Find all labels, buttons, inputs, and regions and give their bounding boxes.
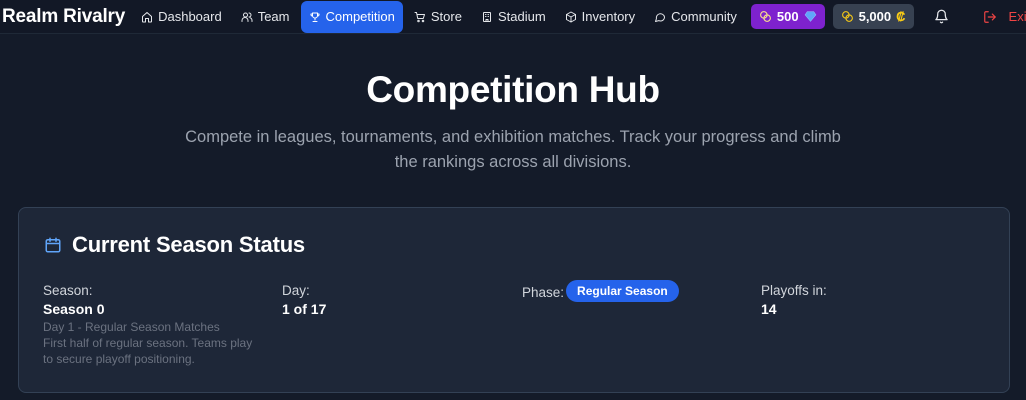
- phase-badge: Regular Season: [566, 280, 679, 302]
- trophy-icon: [309, 12, 320, 22]
- phase-label: Phase:: [522, 285, 565, 300]
- playoffs-label: Playoffs in:: [761, 283, 827, 298]
- page-header: Competition Hub Compete in leagues, tour…: [0, 34, 1026, 175]
- card-header: Current Season Status: [44, 232, 305, 258]
- gems-balance[interactable]: 500: [750, 4, 825, 29]
- calendar-icon: [45, 237, 61, 253]
- nav-item-team[interactable]: Team: [233, 1, 298, 33]
- nav-item-label: Inventory: [581, 9, 636, 24]
- users-icon: [241, 12, 253, 22]
- nav-item-label: Community: [671, 9, 737, 24]
- day-label: Day:: [282, 283, 310, 298]
- nav-item-competition[interactable]: Competition: [300, 0, 403, 33]
- bell-icon: [934, 9, 948, 24]
- coins-icon: [841, 11, 853, 22]
- chat-icon: [655, 12, 666, 22]
- main-nav: Dashboard Team Competition Store Stadium…: [133, 0, 745, 33]
- card-title: Current Season Status: [72, 232, 305, 257]
- nav-item-stadium[interactable]: Stadium: [473, 1, 554, 33]
- box-icon: [565, 11, 576, 22]
- top-navigation-bar: Realm Rivalry Dashboard Team Competition…: [0, 0, 1026, 34]
- credits-balance[interactable]: 5,000 ₡: [832, 4, 914, 29]
- nav-item-inventory[interactable]: Inventory: [557, 1, 643, 33]
- season-label: Season:: [43, 283, 93, 298]
- credits-amount: 5,000: [858, 9, 892, 24]
- logout-icon: [983, 10, 996, 23]
- brand-logo[interactable]: Realm Rivalry: [2, 6, 125, 28]
- credit-symbol-icon: ₡: [896, 9, 906, 24]
- playoffs-value: 14: [761, 301, 777, 317]
- gems-amount: 500: [776, 9, 799, 24]
- nav-item-label: Stadium: [497, 9, 546, 24]
- gem-icon: [804, 11, 816, 22]
- season-description: First half of regular season. Teams play…: [43, 336, 253, 366]
- nav-item-label: Store: [430, 9, 462, 24]
- home-icon: [142, 11, 153, 22]
- day-value: 1 of 17: [282, 301, 327, 317]
- notifications-button[interactable]: [934, 8, 949, 26]
- nav-item-dashboard[interactable]: Dashboard: [133, 1, 230, 33]
- playoffs-field: Playoffs in: 14: [761, 283, 827, 317]
- exit-label: Exit: [1008, 9, 1026, 24]
- page-subtitle: Compete in leagues, tournaments, and exh…: [185, 128, 841, 171]
- page-title: Competition Hub: [366, 69, 660, 110]
- season-field: Season: Season 0 Day 1 - Regular Season …: [43, 283, 263, 367]
- nav-item-label: Dashboard: [158, 9, 222, 24]
- season-detail: Day 1 - Regular Season Matches: [43, 320, 220, 334]
- nav-item-store[interactable]: Store: [406, 1, 470, 33]
- day-field: Day: 1 of 17: [282, 283, 326, 317]
- building-icon: [482, 11, 491, 22]
- coins-icon: [759, 11, 771, 22]
- phase-field: Phase: Regular Season: [522, 280, 679, 302]
- nav-item-community[interactable]: Community: [646, 1, 745, 33]
- exit-button[interactable]: Exit: [983, 9, 1026, 24]
- season-value: Season 0: [43, 301, 105, 317]
- nav-item-label: Competition: [325, 9, 395, 24]
- season-status-card: Current Season Status Season: Season 0 D…: [18, 207, 1010, 393]
- nav-item-label: Team: [257, 9, 290, 24]
- cart-icon: [414, 11, 425, 22]
